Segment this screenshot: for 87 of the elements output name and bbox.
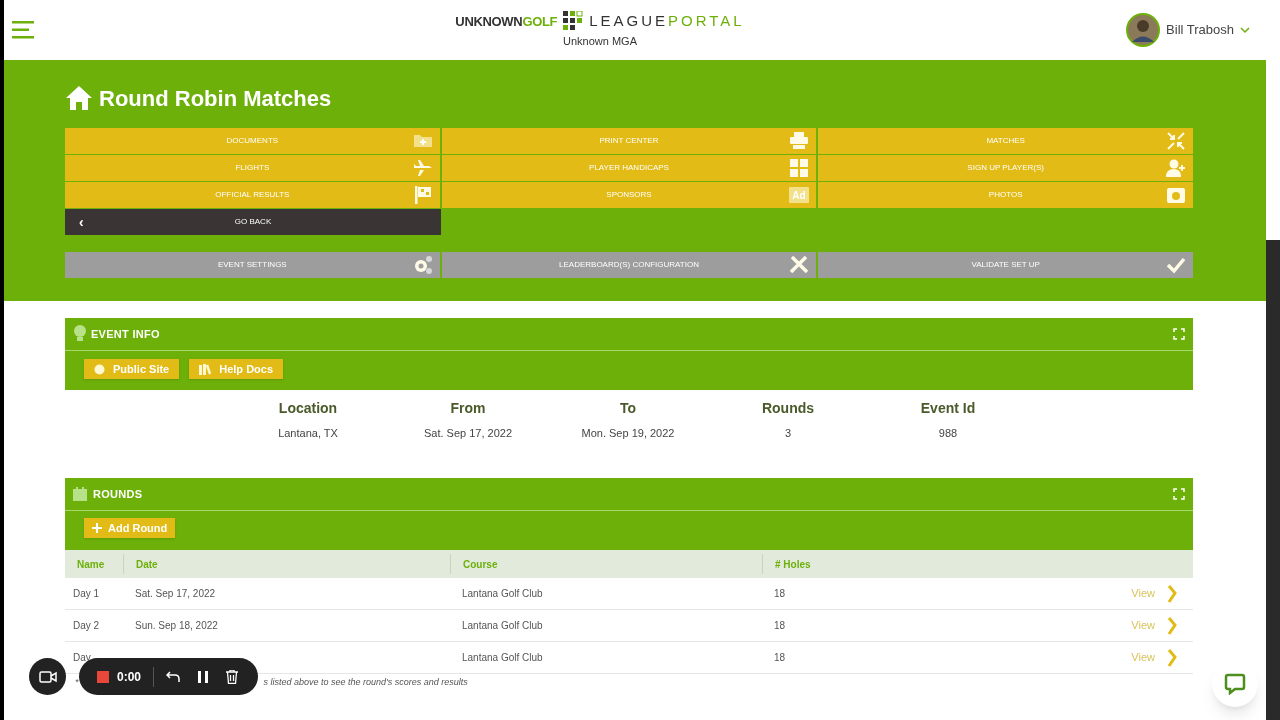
airplane-icon (412, 158, 433, 178)
nav-button[interactable]: PLAYER HANDICAPS (441, 155, 817, 181)
panel-title: ROUNDS (93, 486, 143, 502)
nav-button[interactable]: FLIGHTS (65, 155, 440, 181)
table-cell: Lantana Golf Club (462, 652, 543, 663)
view-link[interactable]: View (1131, 649, 1155, 666)
trash-icon[interactable] (226, 669, 239, 684)
chevron-right-icon[interactable] (1167, 584, 1177, 603)
lightbulb-icon (73, 325, 87, 343)
nav-button[interactable]: MATCHES (818, 128, 1193, 154)
table-cell: Lantana Golf Club (462, 620, 543, 631)
video-camera-icon (38, 670, 57, 683)
page-title: Round Robin Matches (99, 84, 332, 113)
logo-text: UNKNOWNGOLF (455, 12, 558, 31)
column-header[interactable]: Course (463, 556, 498, 572)
chevron-right-icon[interactable] (1167, 648, 1177, 667)
expand-icon[interactable] (1173, 488, 1185, 500)
panel-title: EVENT INFO (91, 326, 160, 342)
add-round-button[interactable]: Add Round (84, 518, 176, 538)
table-cell: Sat. Sep 17, 2022 (135, 588, 216, 599)
stop-icon[interactable] (97, 670, 109, 683)
nav-button[interactable]: PRINT CENTER (441, 128, 817, 154)
footnote-text: s listed above to see the round's scores and results (263, 676, 468, 690)
column-header[interactable]: Date (136, 556, 158, 572)
recording-time: 0:00 (117, 668, 142, 686)
camera-icon (1166, 185, 1186, 205)
footnote-text: * (74, 676, 79, 690)
field-value: Mon. Sep 19, 2022 (581, 426, 675, 441)
chat-icon (1224, 673, 1246, 695)
nav-button[interactable]: EVENT SETTINGS (65, 252, 440, 278)
field-label: Rounds (761, 399, 815, 418)
column-header[interactable]: Name (77, 556, 105, 572)
table-cell: Lantana Golf Club (462, 588, 543, 599)
menu-icon[interactable] (12, 21, 36, 39)
ad-text: Ad (792, 190, 806, 201)
books-icon (199, 363, 212, 375)
view-link[interactable]: View (1131, 617, 1155, 634)
avatar-icon[interactable] (1126, 13, 1161, 47)
check-icon (1166, 255, 1186, 275)
view-link[interactable]: View (1131, 585, 1155, 602)
field-label: To (619, 399, 637, 418)
field-label: From (450, 399, 486, 418)
user-name[interactable]: Bill Trabosh (1166, 20, 1234, 40)
tools-icon (789, 255, 810, 275)
nav-button[interactable]: LEADERBOARD(S) CONFIGURATION (441, 252, 817, 278)
chevron-right-icon[interactable] (1167, 616, 1177, 635)
field-value: 988 (938, 426, 958, 441)
field-value: 3 (784, 426, 792, 441)
table-cell-text: 18 (774, 651, 786, 665)
table-cell: Day (73, 652, 91, 663)
home-icon (65, 85, 93, 111)
globe-icon (94, 363, 105, 375)
plus-icon (92, 523, 102, 533)
nav-button[interactable]: OFFICIAL RESULTS (65, 182, 440, 208)
table-cell-text: 18 (774, 619, 786, 633)
checkered-flag-icon (412, 185, 433, 205)
pause-icon[interactable] (198, 670, 209, 683)
column-header[interactable]: # Holes (775, 556, 811, 572)
nav-button[interactable]: VALIDATE SET UP (818, 252, 1193, 278)
expand-icon[interactable] (1173, 328, 1185, 340)
field-label: Event Id (920, 399, 976, 418)
table-cell: Day 2 (73, 620, 100, 631)
calendar-icon (73, 487, 87, 501)
undo-icon[interactable] (166, 670, 181, 683)
logo-icon (563, 11, 584, 32)
nav-button[interactable]: DOCUMENTS (65, 128, 440, 154)
add-user-icon (1166, 158, 1186, 178)
go-back-button[interactable]: ‹ GO BACK (65, 209, 441, 235)
nav-button[interactable]: PHOTOS (818, 182, 1193, 208)
printer-icon (789, 131, 810, 151)
link-button[interactable]: Help Docs (189, 359, 284, 379)
nav-button[interactable]: SIGN UP PLAYER(S) (818, 155, 1193, 181)
nav-button[interactable]: SPONSORS Ad (441, 182, 817, 208)
scrollbar[interactable] (1266, 240, 1280, 720)
field-value: Lantana, TX (278, 426, 338, 441)
logo-text: LEAGUE PORTAL (589, 11, 745, 31)
table-cell: Day 1 (73, 588, 100, 599)
camera-button[interactable] (29, 658, 66, 695)
chevron-down-icon[interactable] (1240, 26, 1250, 34)
organization-name: Unknown MGA (563, 33, 637, 49)
table-cell-text: 18 (774, 587, 786, 601)
calculator-icon (789, 158, 810, 178)
link-button[interactable]: Public Site (84, 359, 180, 379)
field-value: Sat. Sep 17, 2022 (423, 426, 513, 441)
field-label: Location (278, 399, 338, 418)
arrows-icon (1166, 131, 1186, 151)
table-cell: Sun. Sep 18, 2022 (135, 620, 218, 631)
